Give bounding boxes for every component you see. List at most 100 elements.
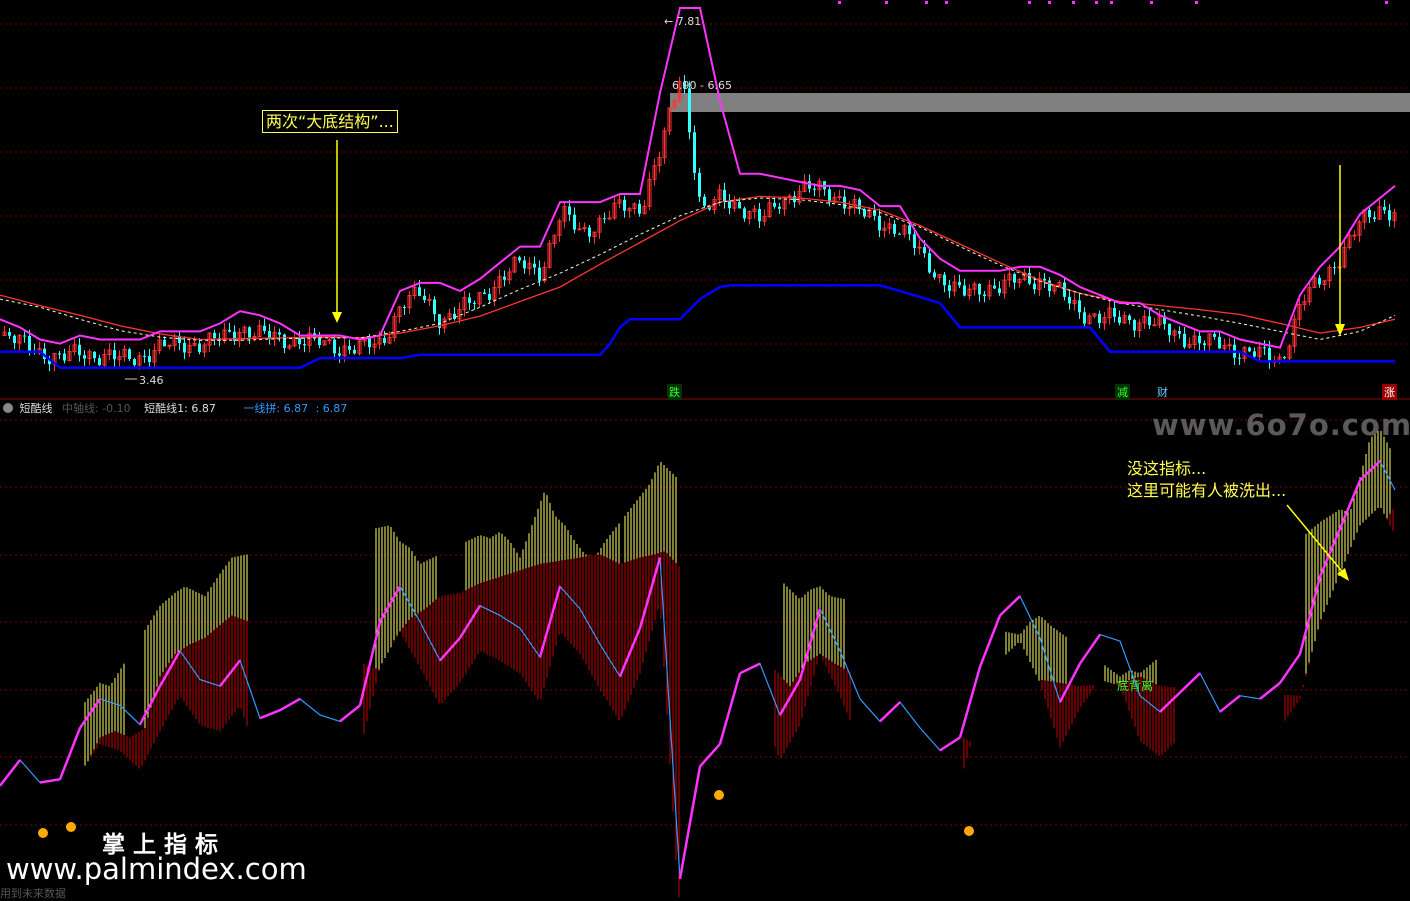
indicator-name[interactable]: 短酷线 bbox=[20, 402, 53, 415]
candle-body-down bbox=[1218, 336, 1221, 349]
zone-range-label: 6.90 - 6.65 bbox=[672, 79, 732, 92]
candle-body-down bbox=[963, 285, 966, 296]
candle-body-down bbox=[1238, 357, 1241, 359]
washout-line-1: 没这指标... bbox=[1127, 459, 1207, 478]
candle-body-down bbox=[368, 337, 371, 348]
candle-body-down bbox=[893, 223, 896, 234]
candle-body-down bbox=[638, 203, 641, 214]
ma-short-line bbox=[0, 197, 1396, 341]
signal-fall: 跌 bbox=[667, 384, 682, 400]
candle-body-up bbox=[1152, 324, 1157, 327]
candle-body-up bbox=[1227, 344, 1232, 347]
candle-body-up bbox=[577, 228, 582, 231]
indicator-rising-segment bbox=[718, 672, 742, 745]
candle-body-down bbox=[1148, 316, 1151, 326]
indicator-rising-segment bbox=[1078, 633, 1102, 665]
marker-dot bbox=[1095, 1, 1098, 4]
indicator-rising-segment bbox=[1278, 653, 1302, 684]
candle-body-down bbox=[23, 335, 26, 337]
indicator-line bbox=[0, 460, 1396, 880]
coin-icon bbox=[66, 822, 76, 832]
coin-icon bbox=[714, 790, 724, 800]
candle-body-down bbox=[148, 356, 151, 363]
candle-body-down bbox=[898, 233, 901, 235]
indicator-rising-segment bbox=[999, 595, 1021, 617]
indicator-rising-segment bbox=[978, 614, 1002, 668]
candle-body-down bbox=[1253, 351, 1256, 357]
candle-body-down bbox=[1373, 217, 1376, 220]
candle-body-down bbox=[728, 201, 731, 209]
candle-body-down bbox=[13, 335, 16, 344]
candle-body-down bbox=[1388, 210, 1391, 221]
candle-body-down bbox=[1033, 283, 1036, 290]
top-panel-lines bbox=[0, 7, 1396, 370]
coin-icon bbox=[38, 828, 48, 838]
min-price-label: 3.46 bbox=[125, 374, 164, 387]
candle-body-down bbox=[793, 195, 796, 203]
candle-body-down bbox=[1263, 347, 1266, 349]
marker-dot bbox=[1028, 1, 1031, 4]
candle-body-down bbox=[468, 297, 471, 303]
candle-body-down bbox=[353, 349, 356, 354]
candle-body-down bbox=[483, 292, 486, 294]
candle-body-down bbox=[573, 214, 576, 230]
candle-body-down bbox=[1133, 320, 1136, 331]
candle-body-down bbox=[863, 209, 866, 217]
candle-body-down bbox=[1063, 282, 1066, 297]
indicator-rising-segment bbox=[939, 736, 961, 752]
indicator-field-extra: : 6.87 bbox=[315, 402, 348, 415]
candle-body-down bbox=[133, 359, 136, 366]
candle-body-down bbox=[1113, 308, 1116, 317]
candle-body-down bbox=[433, 299, 436, 315]
candle-body-down bbox=[1183, 333, 1186, 348]
candle-body-down bbox=[933, 272, 936, 278]
indicator-rising-segment bbox=[1298, 576, 1322, 655]
candle-body-down bbox=[143, 355, 146, 357]
candle-body-down bbox=[533, 263, 536, 268]
candle-body-down bbox=[948, 285, 951, 291]
coin-icon bbox=[964, 826, 974, 836]
candle-body-down bbox=[1213, 333, 1216, 337]
signal-wealth: 财 bbox=[1157, 386, 1168, 399]
candle-body-down bbox=[523, 260, 526, 269]
indicator-rising-segment bbox=[0, 759, 21, 787]
candle-body-down bbox=[198, 343, 201, 353]
candle-body-down bbox=[128, 349, 131, 360]
indicator-rising-segment bbox=[678, 766, 702, 880]
candle-body-down bbox=[858, 199, 861, 210]
candle-body-down bbox=[1128, 315, 1131, 321]
candle-body-down bbox=[778, 206, 781, 209]
arrow-down-left-head bbox=[332, 312, 342, 323]
candle-body-down bbox=[1013, 273, 1016, 283]
candle-body-down bbox=[488, 293, 491, 300]
candle-body-up bbox=[837, 196, 842, 199]
indicator-rising-segment bbox=[339, 704, 361, 723]
candle-body-down bbox=[928, 253, 931, 273]
min-price-value: 3.46 bbox=[139, 374, 164, 387]
candle-body-down bbox=[568, 206, 571, 215]
collapse-icon[interactable] bbox=[3, 403, 13, 413]
candle-body-down bbox=[8, 332, 11, 336]
indicator-header: 短酷线 中轴线: -0.10 短酷线1: 6.87 一线拼: 6.87 : 6.… bbox=[0, 400, 357, 416]
bottom-structure-text: 两次“大底结构”... bbox=[262, 110, 398, 133]
marker-dot bbox=[1072, 1, 1075, 4]
candle-body-down bbox=[1283, 356, 1286, 359]
candle-body-down bbox=[913, 234, 916, 248]
candle-body-down bbox=[1268, 347, 1271, 362]
candle-body-down bbox=[83, 355, 86, 359]
candle-body-down bbox=[1383, 206, 1386, 211]
indicator-field-axis: 中轴线: -0.10 bbox=[62, 402, 131, 415]
candle-body-down bbox=[418, 287, 421, 296]
candle-body-down bbox=[403, 306, 406, 308]
candle-body-down bbox=[878, 215, 881, 231]
marker-dot bbox=[1385, 1, 1388, 4]
annotation-arrows bbox=[125, 140, 1349, 581]
price-zone-band bbox=[670, 93, 1410, 112]
candle-body-down bbox=[1098, 313, 1101, 324]
candle-body-down bbox=[698, 172, 701, 197]
candle-body-down bbox=[1083, 312, 1086, 324]
indicator-rising-segment bbox=[958, 666, 982, 738]
candle-body-down bbox=[743, 208, 746, 219]
candle-body-down bbox=[538, 267, 541, 281]
indicator-rising-segment bbox=[1219, 694, 1241, 713]
